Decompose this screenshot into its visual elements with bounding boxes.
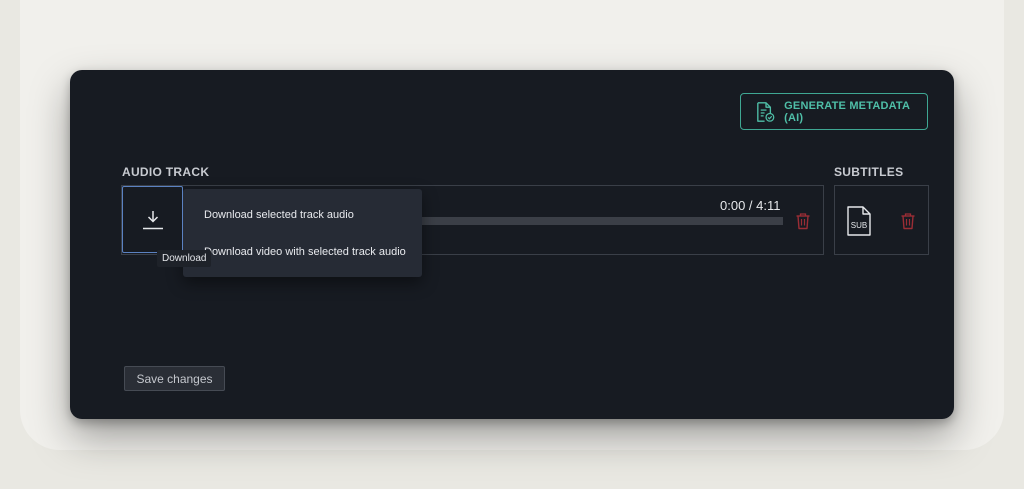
generate-metadata-label: GENERATE METADATA (AI) (784, 99, 910, 124)
delete-audio-track-icon[interactable] (795, 212, 811, 230)
download-tooltip: Download (157, 250, 212, 267)
generate-metadata-button[interactable]: GENERATE METADATA (AI) (740, 93, 928, 130)
subtitles-heading: SUBTITLES (834, 165, 904, 179)
subtitle-file-icon[interactable]: SUB (846, 206, 872, 236)
download-icon (142, 210, 163, 229)
download-menu: Download selected track audio Download v… (183, 189, 422, 277)
menu-item-download-track-audio[interactable]: Download selected track audio (204, 209, 354, 221)
subtitle-file-label: SUB (851, 221, 867, 230)
menu-item-download-video-with-audio[interactable]: Download video with selected track audio (204, 246, 406, 258)
video-editor-panel: GENERATE METADATA (AI) AUDIO TRACK SUBTI… (70, 70, 954, 419)
audio-track-heading: AUDIO TRACK (122, 165, 210, 179)
delete-subtitles-icon[interactable] (900, 212, 916, 230)
save-changes-button[interactable]: Save changes (124, 366, 225, 391)
download-button[interactable] (122, 186, 183, 253)
time-display: 0:00 / 4:11 (720, 198, 781, 213)
document-check-icon (757, 101, 775, 122)
audio-progress-bar[interactable] (420, 217, 783, 225)
